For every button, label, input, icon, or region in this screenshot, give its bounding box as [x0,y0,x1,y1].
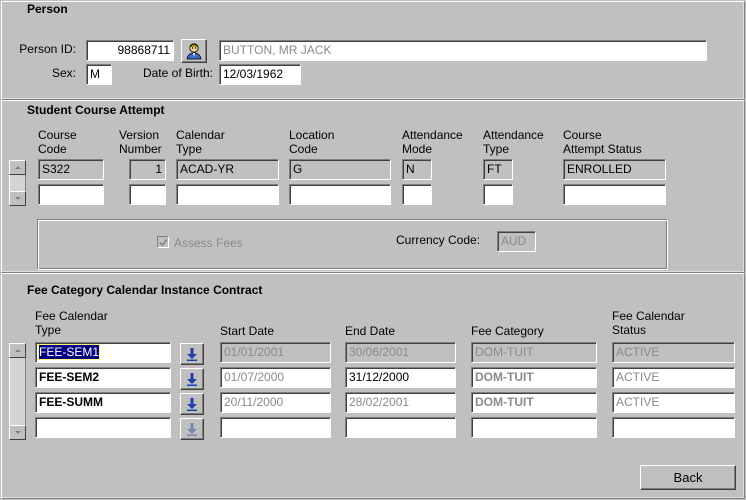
location-code-cell[interactable] [289,184,391,205]
fee-category-cell[interactable]: DOM-TUIT [471,367,597,388]
version-number-cell[interactable] [129,184,166,205]
assess-fees-checkbox[interactable] [157,236,169,248]
download-arrow-icon [187,397,197,411]
end-date-cell[interactable] [345,417,456,438]
course-scroll-down-button[interactable] [9,191,26,206]
dob-label: Date of Birth: [142,66,213,80]
attendance-mode-cell[interactable] [402,184,432,205]
assess-fees-label: Assess Fees [174,236,243,250]
course-code-cell[interactable]: S322 [38,159,104,180]
fee-scroll-down-button[interactable] [9,425,26,440]
person-id-field[interactable]: 98868711 [86,40,174,61]
start-date-cell[interactable]: 01/01/2001 [220,342,331,363]
fee-scroll-up-button[interactable] [9,343,26,358]
fee-scroll-track[interactable] [9,358,26,425]
header-attendance-type: Attendance Type [483,128,544,156]
calendar-type-cell[interactable] [176,184,279,205]
location-code-cell[interactable]: G [289,159,391,180]
fee-calendar-lov-button[interactable] [180,418,204,440]
header-fee-calendar-status: Fee Calendar Status [612,309,685,337]
fee-category-cell[interactable]: DOM-TUIT [471,342,597,363]
header-attempt-status: Course Attempt Status [563,128,642,156]
fee-calendar-status-cell[interactable]: ACTIVE [612,342,735,363]
course-attempt-title: Student Course Attempt [27,103,165,117]
currency-code-field[interactable]: AUD [497,231,536,252]
course-scroll-up-button[interactable] [9,160,26,175]
header-calendar-type: Calendar Type [176,128,225,156]
end-date-cell[interactable]: 31/12/2000 [345,367,456,388]
header-end-date: End Date [345,324,396,338]
header-fee-category: Fee Category [471,324,544,338]
fee-calendar-lov-button[interactable] [180,343,204,365]
fee-calendar-status-cell[interactable] [612,417,735,438]
fee-calendar-lov-button[interactable] [180,393,204,415]
checkmark-icon [158,238,168,246]
calendar-type-cell[interactable]: ACAD-YR [176,159,279,180]
back-button[interactable]: Back [640,465,736,490]
header-start-date: Start Date [220,324,275,338]
scroll-up-icon [14,349,21,352]
fee-calendar-status-cell[interactable]: ACTIVE [612,392,735,413]
end-date-cell[interactable]: 28/02/2001 [345,392,456,413]
attendance-mode-cell[interactable]: N [402,159,432,180]
person-lookup-button[interactable] [181,39,207,63]
attempt-status-cell[interactable]: ENROLLED [563,159,666,180]
download-arrow-icon [187,372,197,386]
end-date-cell[interactable]: 30/06/2001 [345,342,456,363]
start-date-cell[interactable] [220,417,331,438]
version-number-cell[interactable]: 1 [129,159,166,180]
attendance-type-cell[interactable]: FT [483,159,513,180]
start-date-cell[interactable]: 20/11/2000 [220,392,331,413]
header-version-number: Version Number [119,128,162,156]
fee-contract-title: Fee Category Calendar Instance Contract [27,283,263,297]
header-location-code: Location Code [289,128,335,156]
header-attendance-mode: Attendance Mode [402,128,463,156]
fee-category-cell[interactable] [471,417,597,438]
course-code-cell[interactable] [38,184,104,205]
sex-field[interactable]: M [86,64,112,85]
currency-code-label: Currency Code: [396,233,481,247]
download-arrow-icon [187,347,197,361]
scroll-down-icon [14,431,21,434]
fee-calendar-lov-button[interactable] [180,368,204,390]
course-scroll-track[interactable] [9,175,26,191]
fee-calendar-status-cell[interactable]: ACTIVE [612,367,735,388]
fee-calendar-type-cell[interactable]: FEE-SEM1 [35,342,171,363]
fee-calendar-type-cell[interactable] [35,417,171,438]
person-id-label: Person ID: [19,42,76,56]
assess-fees-group [37,219,668,270]
fee-calendar-type-cell[interactable]: FEE-SUMM [35,392,171,413]
scroll-up-icon [14,166,21,169]
header-course-code: Course Code [38,128,77,156]
start-date-cell[interactable]: 01/07/2000 [220,367,331,388]
header-fee-calendar-type: Fee Calendar Type [35,309,108,337]
download-arrow-icon [187,422,197,436]
person-lookup-icon [186,43,202,60]
scroll-down-icon [14,197,21,200]
attempt-status-cell[interactable] [563,184,666,205]
fee-calendar-type-cell[interactable]: FEE-SEM2 [35,367,171,388]
sex-label: Sex: [51,66,76,80]
attendance-type-cell[interactable] [483,184,513,205]
person-name-field[interactable]: BUTTON, MR JACK [219,40,707,61]
person-panel-title: Person [27,2,68,16]
fee-category-cell[interactable]: DOM-TUIT [471,392,597,413]
dob-field[interactable]: 12/03/1962 [219,64,301,85]
